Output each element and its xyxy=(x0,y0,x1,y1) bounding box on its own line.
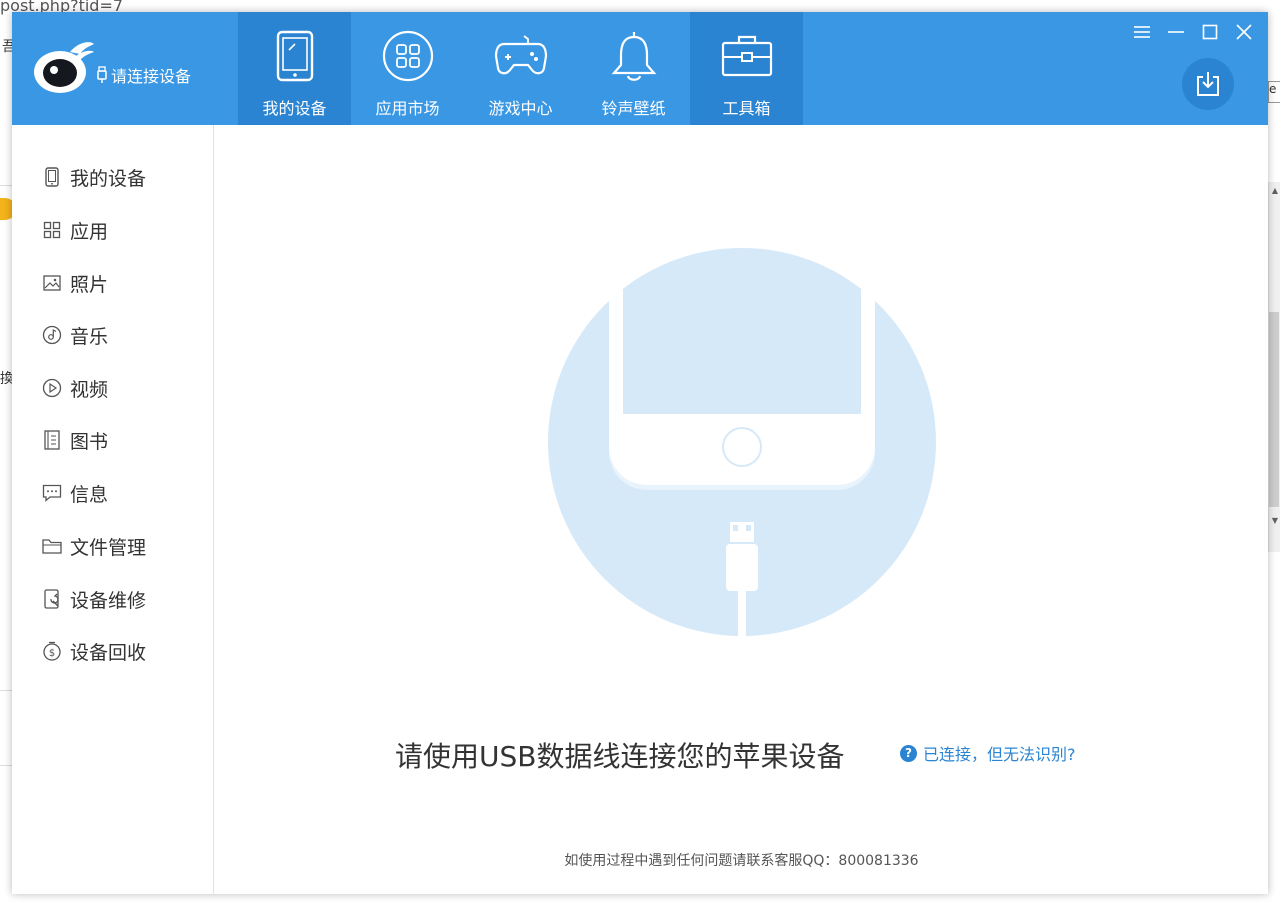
device-status-label: 请连接设备 xyxy=(111,67,192,86)
top-nav: 我的设备 应用市场 游戏中心 铃声壁纸 工具箱 xyxy=(238,12,803,125)
folder-icon xyxy=(42,536,62,556)
book-icon xyxy=(42,430,62,450)
phone-icon xyxy=(42,167,62,187)
sidebar-item-label: 信息 xyxy=(70,483,109,506)
usb-connect-illustration xyxy=(547,245,937,645)
sidebar: 我的设备 应用 照片 音乐 视频 图书 信息 文件管理 设备维修 $ 设备回收 xyxy=(12,125,214,894)
app-logo xyxy=(30,38,96,96)
scroll-down-arrow-icon[interactable]: ▼ xyxy=(1272,516,1278,525)
menu-icon[interactable] xyxy=(1132,22,1152,42)
main-content: 请使用USB数据线连接您的苹果设备 ? 已连接，但无法识别? 如使用过程中遇到任… xyxy=(215,125,1268,894)
sidebar-item-books[interactable]: 图书 xyxy=(42,426,108,454)
nav-ringtone-wallpaper[interactable]: 铃声壁纸 xyxy=(577,12,690,125)
nav-label: 我的设备 xyxy=(262,99,327,118)
device-connection-status[interactable]: 请连接设备 xyxy=(96,63,191,87)
sidebar-item-label: 设备回收 xyxy=(70,641,147,664)
sidebar-item-file-manager[interactable]: 文件管理 xyxy=(42,532,146,560)
title-bar: 请连接设备 我的设备 应用市场 游戏中心 铃声壁纸 工具箱 xyxy=(12,12,1268,125)
sidebar-item-label: 文件管理 xyxy=(70,536,147,559)
tablet-icon xyxy=(267,28,323,84)
video-icon xyxy=(42,378,62,398)
nav-label: 游戏中心 xyxy=(488,99,553,118)
nav-label: 工具箱 xyxy=(722,99,771,118)
nav-app-market[interactable]: 应用市场 xyxy=(351,12,464,125)
question-icon: ? xyxy=(900,744,917,762)
background-edge-char: e xyxy=(1269,82,1277,96)
scroll-up-arrow-icon[interactable]: ▲ xyxy=(1272,186,1278,195)
support-contact-footer: 如使用过程中遇到任何问题请联系客服QQ：800081336 xyxy=(564,853,919,869)
sidebar-item-video[interactable]: 视频 xyxy=(42,374,108,402)
apps-icon xyxy=(42,220,62,240)
gamepad-icon xyxy=(493,28,549,84)
sidebar-item-device-repair[interactable]: 设备维修 xyxy=(42,585,146,613)
background-scrollbar-thumb[interactable] xyxy=(1269,312,1279,507)
sidebar-item-my-device[interactable]: 我的设备 xyxy=(42,163,146,191)
nav-label: 应用市场 xyxy=(375,99,440,118)
sidebar-item-label: 应用 xyxy=(70,220,109,243)
nav-toolbox[interactable]: 工具箱 xyxy=(690,12,803,125)
message-icon xyxy=(42,483,62,503)
sidebar-item-label: 我的设备 xyxy=(70,167,147,190)
download-manager-button[interactable] xyxy=(1182,58,1234,110)
usb-plug-icon xyxy=(97,66,107,83)
nav-label: 铃声壁纸 xyxy=(601,99,666,118)
repair-icon xyxy=(42,589,62,609)
maximize-icon[interactable] xyxy=(1200,22,1220,42)
sidebar-item-apps[interactable]: 应用 xyxy=(42,216,108,244)
svg-text:$: $ xyxy=(49,648,55,659)
sidebar-item-photos[interactable]: 照片 xyxy=(42,269,108,297)
sidebar-item-label: 照片 xyxy=(70,273,109,296)
sidebar-item-label: 音乐 xyxy=(70,325,109,348)
nav-my-device[interactable]: 我的设备 xyxy=(238,12,351,125)
sidebar-item-music[interactable]: 音乐 xyxy=(42,321,108,349)
window-controls xyxy=(1132,22,1254,42)
photo-icon xyxy=(42,273,62,293)
minimize-icon[interactable] xyxy=(1166,22,1186,42)
sidebar-item-label: 设备维修 xyxy=(70,589,147,612)
sidebar-item-label: 图书 xyxy=(70,430,109,453)
help-link-label: 已连接，但无法识别? xyxy=(923,745,1076,764)
sidebar-item-device-recycle[interactable]: $ 设备回收 xyxy=(42,637,146,665)
bell-icon xyxy=(606,28,662,84)
download-icon xyxy=(1197,72,1219,96)
nav-game-center[interactable]: 游戏中心 xyxy=(464,12,577,125)
recycle-money-icon: $ xyxy=(42,641,62,661)
connected-but-unrecognized-link[interactable]: ? 已连接，但无法识别? xyxy=(900,741,1076,765)
connect-instruction: 请使用USB数据线连接您的苹果设备 xyxy=(395,740,845,773)
sidebar-item-messages[interactable]: 信息 xyxy=(42,479,108,507)
toolbox-icon xyxy=(719,28,775,84)
background-input-edge: e xyxy=(1268,81,1280,103)
apps-grid-icon xyxy=(380,28,436,84)
close-icon[interactable] xyxy=(1234,22,1254,42)
music-icon xyxy=(42,325,62,345)
app-window: 请连接设备 我的设备 应用市场 游戏中心 铃声壁纸 工具箱 我的设备 应用 照片… xyxy=(12,12,1268,894)
sidebar-item-label: 视频 xyxy=(70,378,109,401)
